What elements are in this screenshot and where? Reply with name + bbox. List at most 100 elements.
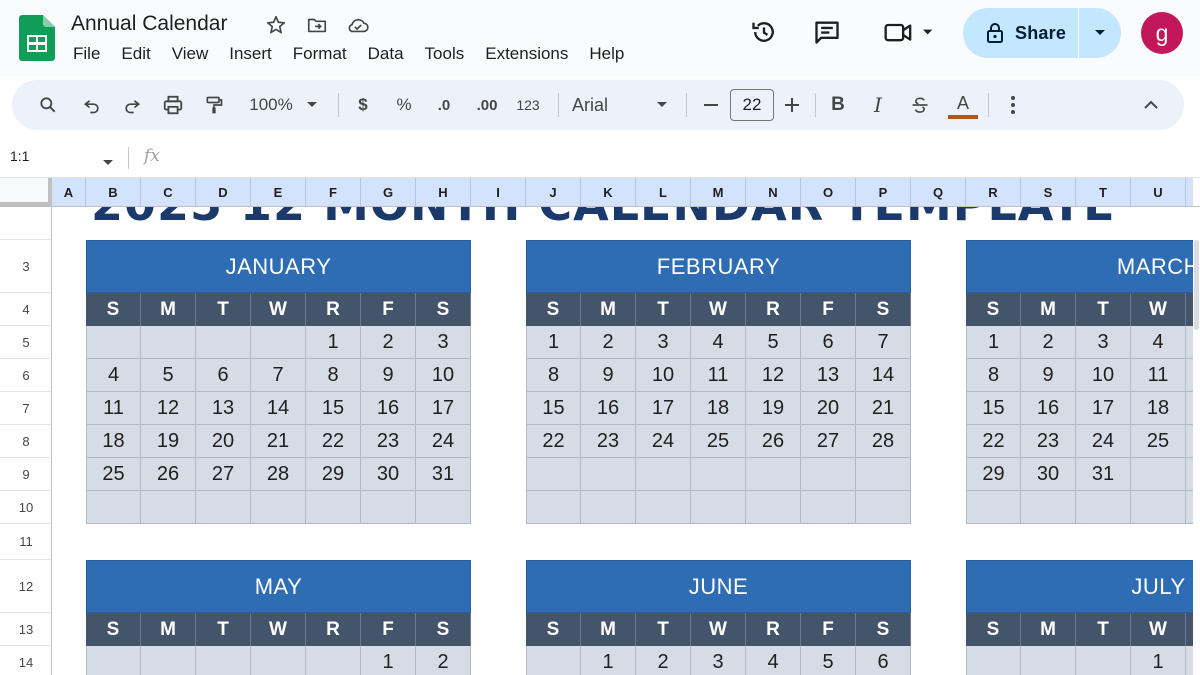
day-cell[interactable]: 4 [691,326,746,359]
day-cell[interactable]: 17 [1076,392,1131,425]
zoom-select[interactable]: 100% [244,80,298,130]
row-header-11[interactable]: 11 [0,524,52,560]
weekday-header-cell[interactable]: M [141,613,196,646]
column-header-t[interactable]: T [1076,178,1131,206]
font-family-select[interactable]: Arial [572,80,616,130]
sheets-logo-icon[interactable] [19,15,55,61]
formula-input[interactable] [175,142,1185,174]
column-header-i[interactable]: I [471,178,526,206]
column-header-c[interactable]: C [141,178,196,206]
month-title[interactable]: MAY [86,560,471,613]
weekday-header-cell[interactable]: M [581,613,636,646]
increase-decimal-button[interactable]: .00 [470,80,504,130]
day-cell[interactable] [966,491,1021,524]
day-cell[interactable]: 12 [1186,359,1193,392]
day-cell[interactable] [801,491,856,524]
text-color-button[interactable]: A [948,80,978,130]
day-cell[interactable]: 26 [746,425,801,458]
column-header-j[interactable]: J [526,178,581,206]
weekday-header-cell[interactable]: R [1186,613,1193,646]
weekday-header-cell[interactable]: S [856,293,911,326]
day-cell[interactable]: 4 [746,646,801,675]
month-title[interactable]: JANUARY [86,240,471,293]
day-cell[interactable]: 12 [141,392,196,425]
day-cell[interactable]: 16 [361,392,416,425]
paint-format-icon[interactable] [200,80,228,130]
day-cell[interactable] [86,326,141,359]
move-to-folder-icon[interactable] [304,12,330,38]
weekday-header-cell[interactable]: T [636,293,691,326]
currency-format-button[interactable]: $ [350,80,376,130]
day-cell[interactable]: 29 [966,458,1021,491]
column-header-k[interactable]: K [581,178,636,206]
column-header-q[interactable]: Q [911,178,966,206]
more-options-icon[interactable] [1002,80,1024,130]
day-cell[interactable]: 25 [1131,425,1186,458]
weekday-header-cell[interactable]: S [416,613,471,646]
day-cell[interactable] [86,491,141,524]
star-icon[interactable] [263,12,289,38]
day-cell[interactable]: 16 [1021,392,1076,425]
day-cell[interactable]: 20 [801,392,856,425]
day-cell[interactable]: 4 [1131,326,1186,359]
day-cell[interactable]: 5 [1186,326,1193,359]
undo-icon[interactable] [78,80,106,130]
weekday-header-cell[interactable]: F [801,613,856,646]
weekday-header-cell[interactable]: T [196,293,251,326]
day-cell[interactable]: 2 [416,646,471,675]
day-cell[interactable] [251,326,306,359]
day-cell[interactable] [1076,491,1131,524]
weekday-header-cell[interactable]: M [141,293,196,326]
day-cell[interactable] [141,326,196,359]
search-menus-icon[interactable] [34,80,62,130]
day-cell[interactable]: 16 [581,392,636,425]
day-cell[interactable]: 11 [86,392,141,425]
cloud-saved-icon[interactable] [345,12,371,38]
day-cell[interactable] [196,491,251,524]
menu-data[interactable]: Data [368,43,404,65]
day-cell[interactable] [966,646,1021,675]
day-cell[interactable] [691,458,746,491]
weekday-header-cell[interactable]: W [691,613,746,646]
weekday-header-cell[interactable]: S [86,613,141,646]
increase-font-size-icon[interactable] [781,80,803,130]
row-header-12[interactable]: 12 [0,560,52,613]
weekday-header-cell[interactable]: M [581,293,636,326]
weekday-header-cell[interactable]: M [1021,613,1076,646]
column-header-e[interactable]: E [251,178,306,206]
day-cell[interactable]: 8 [966,359,1021,392]
day-cell[interactable]: 19 [746,392,801,425]
day-cell[interactable]: 26 [141,458,196,491]
weekday-header-cell[interactable]: S [966,293,1021,326]
day-cell[interactable] [251,491,306,524]
column-header-r[interactable]: R [966,178,1021,206]
day-cell[interactable]: 17 [636,392,691,425]
row-header-14[interactable]: 14 [0,646,52,675]
month-title[interactable]: FEBRUARY [526,240,911,293]
day-cell[interactable]: 2 [361,326,416,359]
day-cell[interactable]: 11 [691,359,746,392]
weekday-header-cell[interactable]: R [306,293,361,326]
weekday-header-cell[interactable]: T [1076,293,1131,326]
column-header-d[interactable]: D [196,178,251,206]
day-cell[interactable]: 2 [1021,326,1076,359]
day-cell[interactable]: 8 [306,359,361,392]
zoom-dropdown-icon[interactable] [304,80,320,130]
weekday-header-cell[interactable]: S [856,613,911,646]
share-button[interactable]: Share [963,8,1121,58]
day-cell[interactable] [361,491,416,524]
menu-file[interactable]: File [73,43,100,65]
row-header-3[interactable]: 3 [0,240,52,293]
day-cell[interactable] [746,491,801,524]
day-cell[interactable]: 31 [416,458,471,491]
day-cell[interactable]: 1 [581,646,636,675]
day-cell[interactable]: 7 [856,326,911,359]
font-dropdown-icon[interactable] [654,80,670,130]
weekday-header-cell[interactable]: T [1076,613,1131,646]
column-header-m[interactable]: M [691,178,746,206]
day-cell[interactable]: 15 [966,392,1021,425]
weekday-header-cell[interactable]: T [636,613,691,646]
day-cell[interactable] [856,491,911,524]
menu-format[interactable]: Format [293,43,347,65]
weekday-header-cell[interactable]: W [1131,613,1186,646]
